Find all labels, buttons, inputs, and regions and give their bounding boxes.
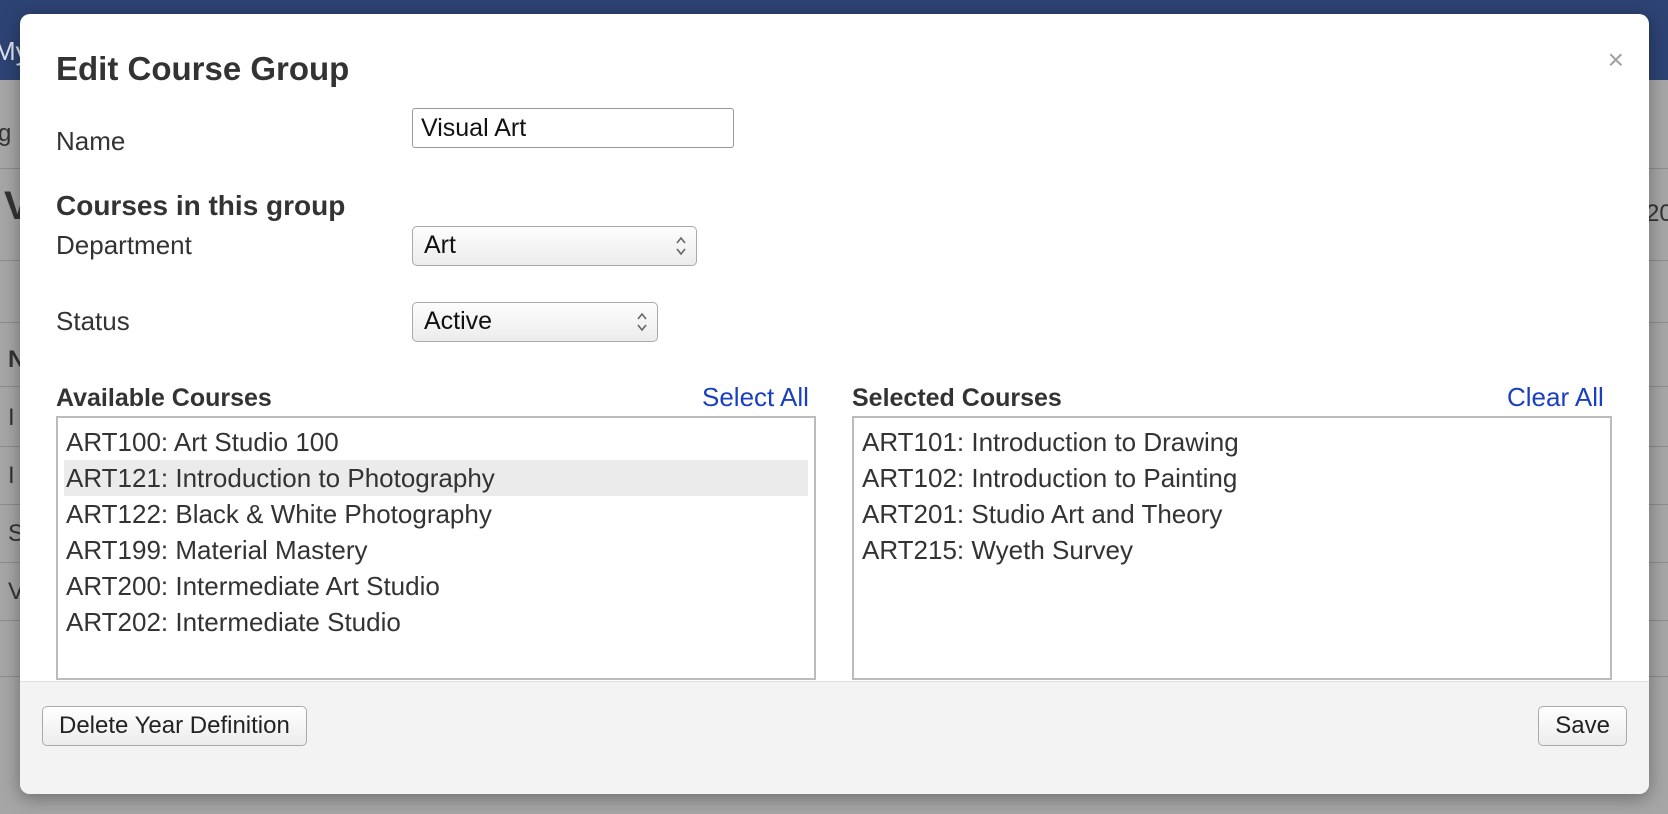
available-course-item[interactable]: ART199: Material Mastery xyxy=(64,532,808,568)
background-fragment: I xyxy=(8,462,15,489)
clear-all-link[interactable]: Clear All xyxy=(1507,382,1604,413)
available-course-item[interactable]: ART122: Black & White Photography xyxy=(64,496,808,532)
department-label: Department xyxy=(56,230,192,260)
available-course-item[interactable]: ART200: Intermediate Art Studio xyxy=(64,568,808,604)
available-courses-header: Available Courses xyxy=(56,384,272,412)
dialog-footer: Delete Year Definition Save xyxy=(20,681,1649,794)
department-select-value: Art xyxy=(424,231,456,259)
available-course-item[interactable]: ART121: Introduction to Photography xyxy=(64,460,808,496)
available-course-item[interactable]: ART202: Intermediate Studio xyxy=(64,604,808,640)
edit-course-group-dialog: Edit Course Group × Name Courses in this… xyxy=(20,14,1649,794)
dialog-title: Edit Course Group xyxy=(56,50,350,87)
background-fragment: 20 xyxy=(1646,200,1668,227)
select-all-link[interactable]: Select All xyxy=(702,382,809,413)
selected-course-item[interactable]: ART215: Wyeth Survey xyxy=(860,532,1604,568)
selected-course-item[interactable]: ART101: Introduction to Drawing xyxy=(860,424,1604,460)
selected-courses-header: Selected Courses xyxy=(852,384,1062,412)
background-fragment: I xyxy=(8,404,15,431)
close-icon[interactable]: × xyxy=(1608,46,1624,74)
select-arrows-icon xyxy=(637,312,647,332)
status-select[interactable]: Active xyxy=(412,302,658,342)
courses-section-heading: Courses in this group xyxy=(56,190,346,221)
name-input[interactable] xyxy=(412,108,734,148)
background-fragment: g xyxy=(0,120,12,147)
name-label: Name xyxy=(56,126,126,156)
available-course-item[interactable]: ART100: Art Studio 100 xyxy=(64,424,808,460)
status-select-value: Active xyxy=(424,307,493,335)
status-label: Status xyxy=(56,306,130,336)
select-arrows-icon xyxy=(676,236,686,256)
selected-course-item[interactable]: ART201: Studio Art and Theory xyxy=(860,496,1604,532)
save-button[interactable]: Save xyxy=(1538,706,1627,746)
selected-courses-list[interactable]: ART101: Introduction to Drawing ART102: … xyxy=(852,416,1612,680)
delete-year-definition-button[interactable]: Delete Year Definition xyxy=(42,706,307,746)
selected-course-item[interactable]: ART102: Introduction to Painting xyxy=(860,460,1604,496)
department-select[interactable]: Art xyxy=(412,226,697,266)
available-courses-list[interactable]: ART100: Art Studio 100 ART121: Introduct… xyxy=(56,416,816,680)
